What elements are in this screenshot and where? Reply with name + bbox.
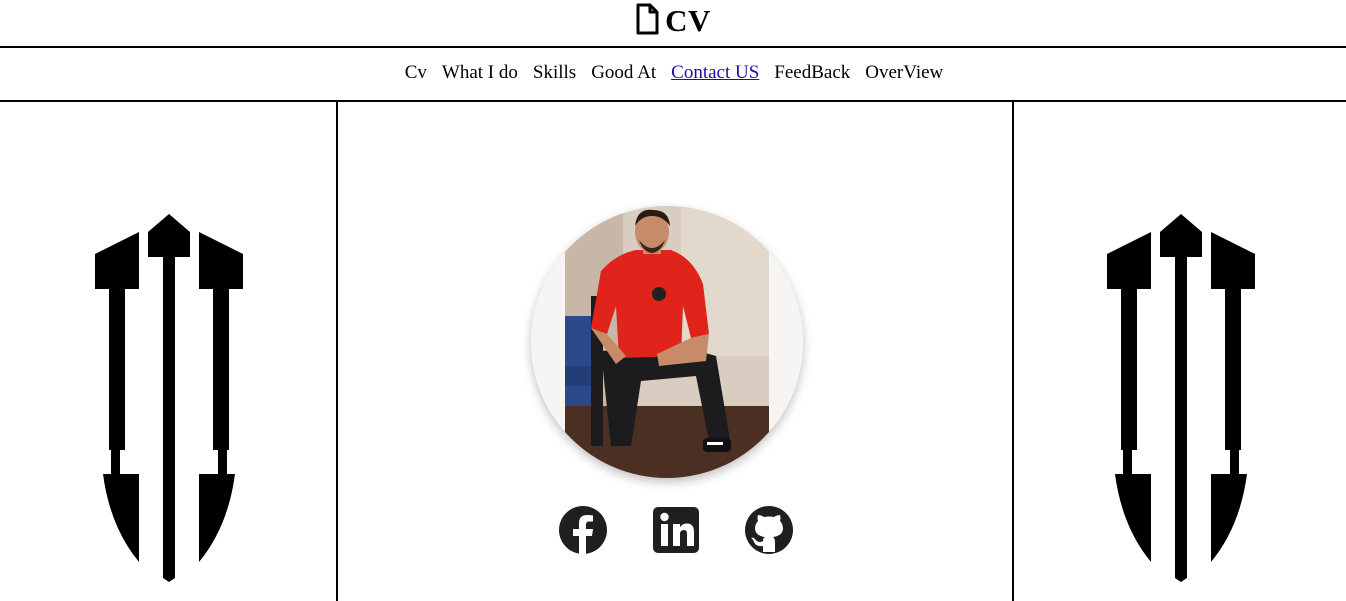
github-icon[interactable]: [743, 504, 795, 556]
linkedin-icon[interactable]: [650, 504, 702, 556]
brand-logo-left: [95, 212, 243, 587]
profile-photo: [531, 206, 803, 478]
nav-item-feedback[interactable]: FeedBack: [774, 62, 850, 84]
brand-logo-right: [1107, 212, 1255, 587]
profile-panel: [338, 102, 1012, 601]
nav-item-skills[interactable]: Skills: [533, 62, 576, 84]
nav-item-contact-us[interactable]: Contact US: [671, 62, 759, 84]
site-header: CV: [0, 0, 1346, 48]
nav-list: Cv What I do Skills Good At Contact US F…: [405, 62, 944, 84]
left-panel: [0, 102, 338, 601]
header-title-group: CV: [635, 3, 711, 40]
nav-item-cv[interactable]: Cv: [405, 62, 427, 84]
main-nav: Cv What I do Skills Good At Contact US F…: [0, 48, 1346, 102]
page-title: CV: [665, 3, 711, 38]
nav-item-overview[interactable]: OverView: [865, 62, 943, 84]
facebook-icon[interactable]: [557, 504, 609, 556]
document-icon: [635, 3, 659, 40]
right-panel: [1012, 102, 1346, 601]
nav-item-good-at[interactable]: Good At: [591, 62, 656, 84]
nav-item-what-i-do[interactable]: What I do: [442, 62, 518, 84]
